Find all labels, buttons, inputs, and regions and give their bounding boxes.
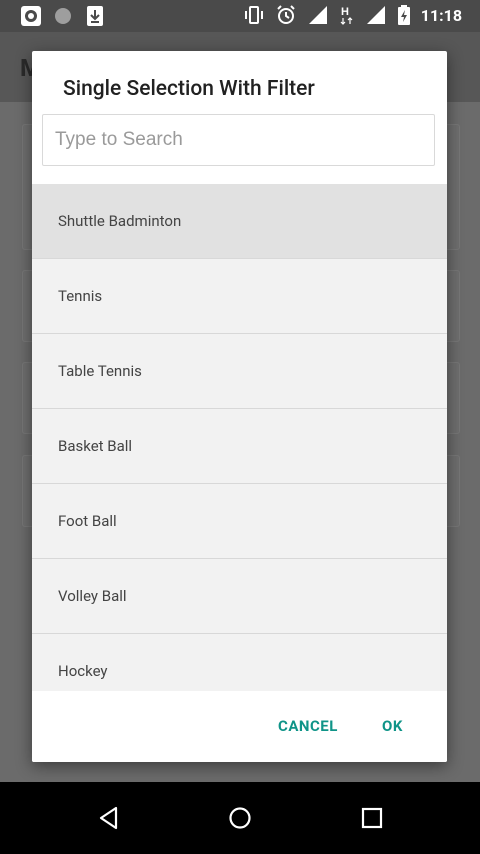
download-icon	[84, 5, 106, 27]
list-item[interactable]: Table Tennis	[32, 334, 447, 409]
list-item[interactable]: Shuttle Badminton	[32, 184, 447, 259]
circle-icon	[52, 5, 74, 27]
list-item-label: Volley Ball	[58, 587, 127, 605]
list-item[interactable]: Tennis	[32, 259, 447, 334]
selection-dialog: Single Selection With Filter Shuttle Bad…	[32, 51, 447, 762]
clock-time: 11:18	[420, 5, 462, 25]
back-icon[interactable]	[96, 805, 122, 831]
data-h-icon: H	[340, 6, 353, 25]
recents-icon[interactable]	[359, 805, 385, 831]
battery-icon	[397, 5, 410, 25]
list-item[interactable]: Foot Ball	[32, 484, 447, 559]
list-item[interactable]: Basket Ball	[32, 409, 447, 484]
navigation-bar	[0, 782, 480, 854]
status-bar: H 11:18	[0, 0, 480, 32]
alarm-icon	[277, 5, 295, 24]
list-item-label: Table Tennis	[58, 362, 142, 380]
dialog-actions: CANCEL OK	[32, 691, 447, 762]
list-item-label: Tennis	[58, 287, 103, 305]
search-input[interactable]	[42, 114, 435, 166]
list-item-label: Hockey	[58, 662, 108, 680]
svg-text:H: H	[341, 6, 349, 18]
home-icon[interactable]	[227, 805, 253, 831]
ok-button[interactable]: OK	[382, 717, 403, 735]
list-item-label: Shuttle Badminton	[58, 212, 182, 230]
record-icon	[20, 5, 42, 27]
status-right-icons: H 11:18	[243, 4, 462, 26]
list-item-label: Basket Ball	[58, 437, 133, 455]
signal-icon	[366, 6, 385, 24]
list-item[interactable]: Hockey	[32, 634, 447, 691]
status-left-icons	[20, 5, 106, 27]
list-item-label: Foot Ball	[58, 512, 117, 530]
options-list[interactable]: Shuttle Badminton Tennis Table Tennis Ba…	[32, 184, 447, 691]
list-item[interactable]: Volley Ball	[32, 559, 447, 634]
vibrate-icon	[244, 6, 263, 24]
dialog-title: Single Selection With Filter	[63, 77, 315, 101]
cancel-button[interactable]: CANCEL	[278, 717, 338, 735]
signal-icon	[308, 6, 327, 24]
